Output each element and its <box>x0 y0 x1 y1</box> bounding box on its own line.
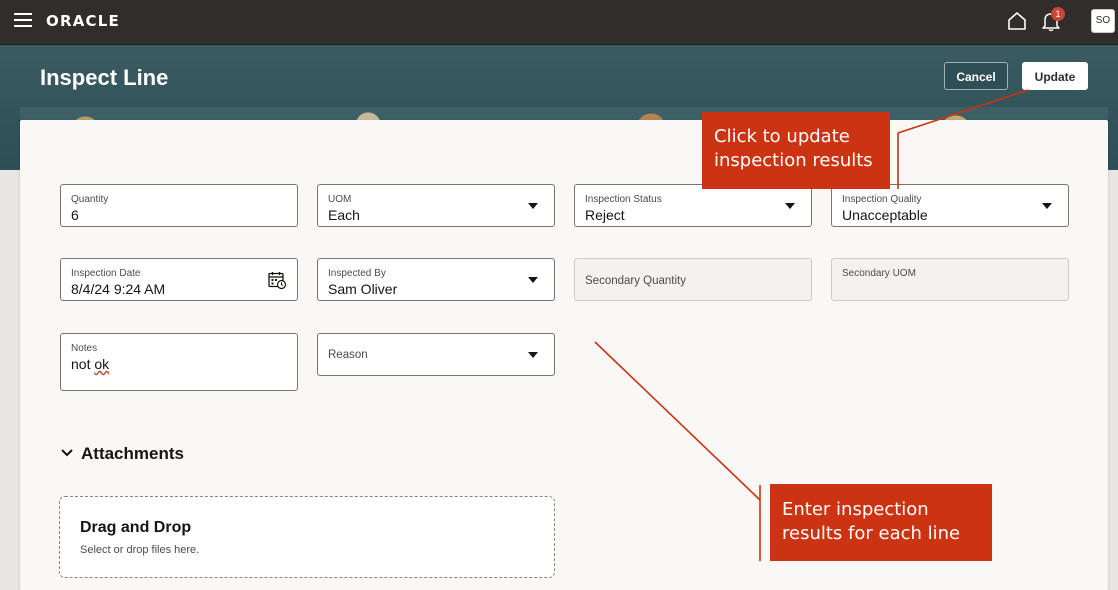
top-bar: ORACLE 1 SO <box>0 0 1118 45</box>
chevron-down-icon <box>528 277 538 283</box>
inspection-status-select[interactable]: Inspection Status Reject <box>574 184 812 227</box>
notes-value: not ok <box>71 356 109 372</box>
secondary-uom-field: Secondary UOM <box>831 258 1069 301</box>
file-dropzone[interactable]: Drag and Drop Select or drop files here. <box>59 496 555 578</box>
quantity-label: Quantity <box>71 194 109 205</box>
chevron-down-icon <box>785 203 795 209</box>
misspelled-word: ok <box>94 356 110 372</box>
chevron-down-icon <box>528 352 538 358</box>
notes-label: Notes <box>71 343 98 354</box>
enter-callout-line-1: Enter inspection <box>782 499 929 520</box>
update-callout-line-1: Click to update <box>714 126 850 147</box>
update-button[interactable]: Update <box>1022 62 1088 90</box>
inspection-quality-label: Inspection Quality <box>842 194 922 205</box>
inspection-quality-select[interactable]: Inspection Quality Unacceptable <box>831 184 1069 227</box>
chevron-down-icon <box>528 203 538 209</box>
calendar-icon[interactable] <box>267 270 287 290</box>
home-icon[interactable] <box>1006 10 1028 32</box>
inspected-by-select[interactable]: Inspected By Sam Oliver <box>317 258 555 301</box>
quantity-field[interactable]: Quantity 6 <box>60 184 298 227</box>
uom-value: Each <box>328 207 360 223</box>
page-title: Inspect Line <box>40 65 169 90</box>
enter-callout-line-2: results for each line <box>782 523 961 544</box>
inspection-status-label: Inspection Status <box>585 194 662 205</box>
cancel-button[interactable]: Cancel <box>944 62 1008 90</box>
uom-label: UOM <box>328 194 352 205</box>
inspection-date-value: 8/4/24 9:24 AM <box>71 281 166 297</box>
menu-icon[interactable] <box>14 13 32 27</box>
secondary-quantity-label: Secondary Quantity <box>585 275 687 287</box>
notes-field[interactable]: Notes not ok <box>60 333 298 391</box>
inspection-status-value: Reject <box>585 207 625 223</box>
reason-label: Reason <box>328 349 368 361</box>
oracle-logo[interactable]: ORACLE <box>46 12 120 30</box>
update-callout: Click to update inspection results <box>702 112 890 189</box>
chevron-down-icon[interactable] <box>60 448 74 458</box>
inspected-by-label: Inspected By <box>328 268 386 279</box>
uom-select[interactable]: UOM Each <box>317 184 555 227</box>
update-callout-line-2: inspection results <box>714 150 873 171</box>
dropzone-subtitle: Select or drop files here. <box>80 544 200 556</box>
notification-badge: 1 <box>1051 7 1065 21</box>
attachments-title[interactable]: Attachments <box>81 444 184 464</box>
dropzone-title: Drag and Drop <box>80 519 192 536</box>
enter-results-callout: Enter inspection results for each line <box>770 484 992 561</box>
inspection-date-label: Inspection Date <box>71 268 141 279</box>
inspected-by-value: Sam Oliver <box>328 281 398 297</box>
inspection-quality-value: Unacceptable <box>842 207 928 223</box>
inspection-date-field[interactable]: Inspection Date 8/4/24 9:24 AM <box>60 258 298 301</box>
reason-select[interactable]: Reason <box>317 333 555 376</box>
secondary-uom-label: Secondary UOM <box>842 268 916 279</box>
quantity-value: 6 <box>71 207 79 223</box>
secondary-quantity-field: Secondary Quantity <box>574 258 812 301</box>
notes-text: not <box>71 356 95 372</box>
avatar[interactable]: SO <box>1091 9 1115 33</box>
chevron-down-icon <box>1042 203 1052 209</box>
